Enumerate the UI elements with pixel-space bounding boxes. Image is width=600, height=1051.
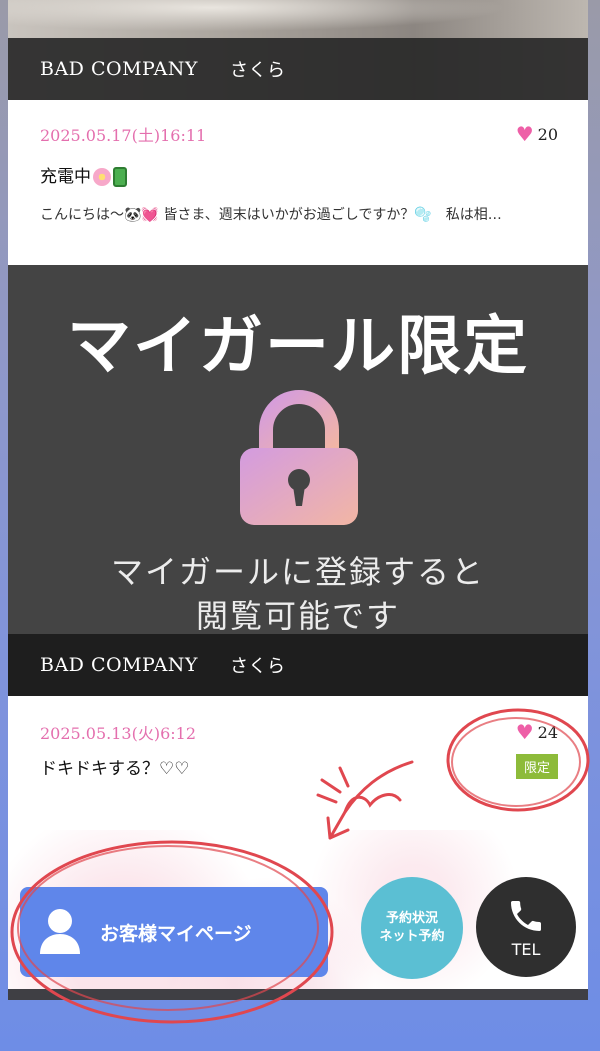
post-date: 2025.05.13(火)6:12 bbox=[40, 724, 197, 743]
heart-icon: ♥ bbox=[515, 720, 534, 744]
tel-button[interactable]: TEL bbox=[476, 877, 576, 977]
post-title: ドキドキする？♡♡ bbox=[40, 759, 190, 779]
like-count[interactable]: ♥ 24 bbox=[516, 722, 558, 742]
post-date: 2025.05.17(土)16:11 bbox=[40, 126, 207, 145]
locked-title: マイガール限定 bbox=[67, 310, 529, 384]
blog-post[interactable]: 2025.05.17(土)16:11 ♥ 20 充電中 こんにちは〜🐼💓 皆さま… bbox=[8, 100, 588, 265]
post-excerpt: こんにちは〜🐼💓 皆さま、週末はいかがお過ごしですか？🫧 私は相… bbox=[40, 207, 502, 223]
reserve-label-1: 予約状況 bbox=[385, 911, 438, 926]
phone-icon bbox=[511, 900, 541, 931]
post-header[interactable]: BAD COMPANY さくら bbox=[8, 38, 588, 100]
blog-feed: BAD COMPANY さくら 2025.05.17(土)16:11 ♥ 20 … bbox=[8, 0, 588, 1000]
user-icon bbox=[40, 909, 80, 954]
reservation-button[interactable]: 予約状況 ネット予約 bbox=[361, 877, 463, 979]
shop-name: BAD COMPANY bbox=[40, 58, 198, 80]
tel-label: TEL bbox=[511, 939, 541, 959]
locked-message-line2: 閲覧可能です bbox=[195, 597, 400, 635]
reserve-label-2: ネット予約 bbox=[379, 929, 445, 944]
battery-icon bbox=[113, 167, 127, 187]
footer-strip bbox=[8, 989, 588, 1000]
flower-icon bbox=[93, 168, 111, 186]
post-title-text: 充電中 bbox=[40, 167, 91, 187]
locked-content[interactable]: マイガール限定 マイガールに登録すると 閲覧可能です bbox=[8, 265, 588, 635]
customer-mypage-button[interactable]: お客様マイページ bbox=[20, 887, 328, 977]
shop-name: BAD COMPANY bbox=[40, 654, 198, 676]
like-number: 24 bbox=[537, 722, 558, 742]
like-number: 20 bbox=[537, 124, 558, 144]
post-title: 充電中 bbox=[40, 162, 127, 187]
limited-badge: 限定 bbox=[515, 754, 558, 779]
girl-name: さくら bbox=[229, 60, 286, 81]
locked-message: マイガールに登録すると 閲覧可能です bbox=[8, 550, 588, 638]
lock-icon bbox=[240, 390, 358, 525]
mypage-label: お客様マイページ bbox=[100, 922, 252, 945]
like-count[interactable]: ♥ 20 bbox=[516, 124, 558, 144]
locked-message-line1: マイガールに登録すると bbox=[110, 553, 485, 591]
heart-icon: ♥ bbox=[515, 122, 534, 146]
post-header[interactable]: BAD COMPANY さくら bbox=[8, 634, 588, 696]
girl-name: さくら bbox=[229, 656, 286, 677]
